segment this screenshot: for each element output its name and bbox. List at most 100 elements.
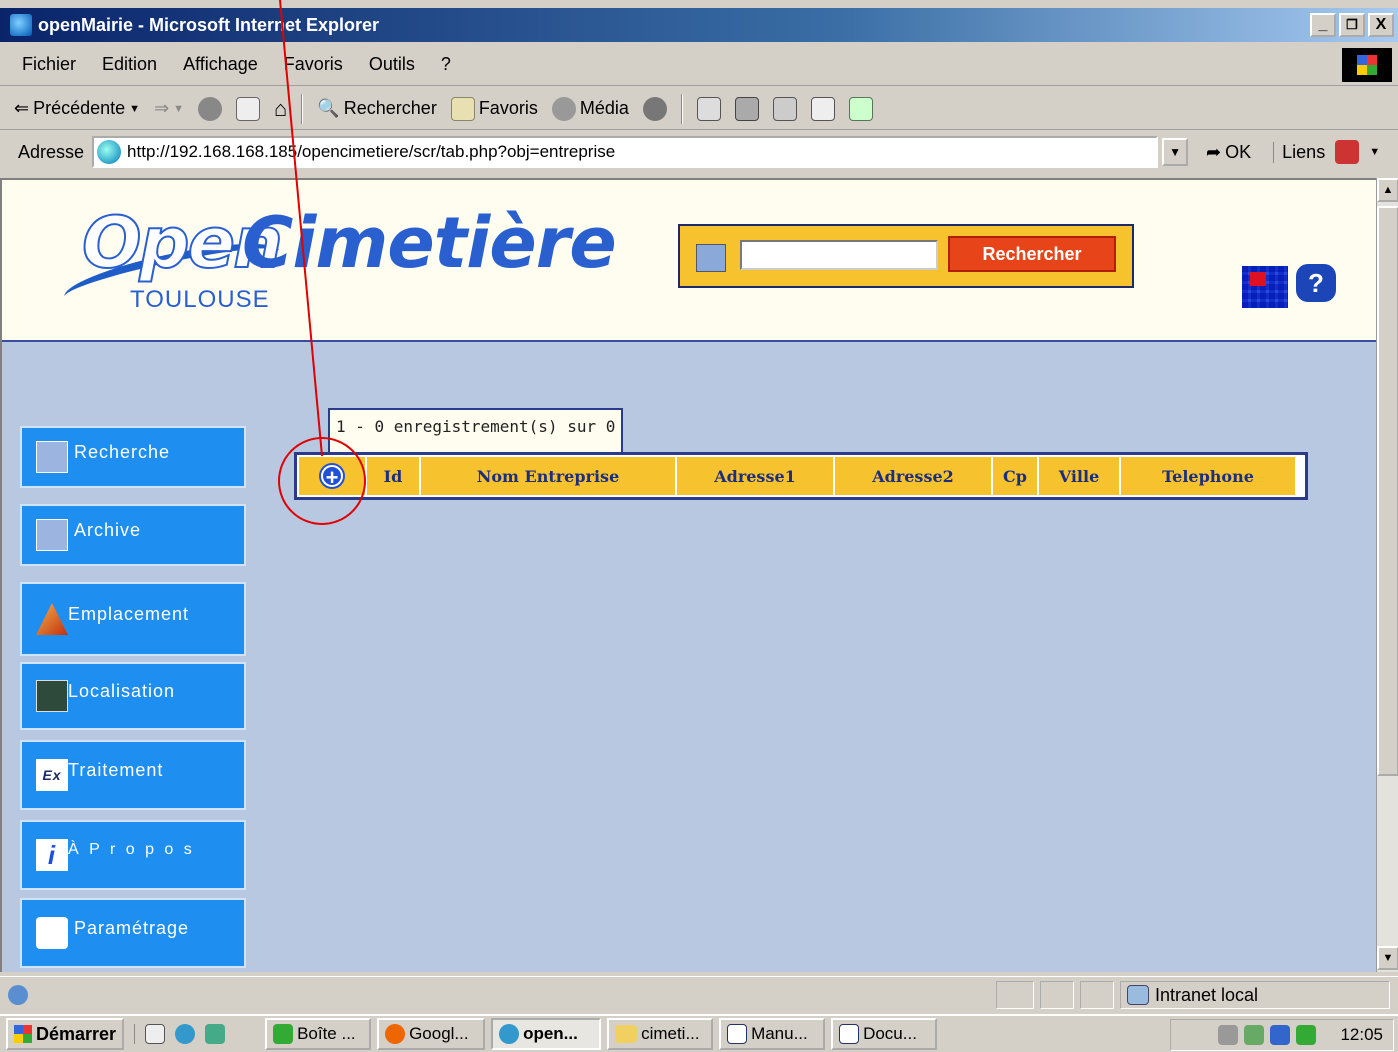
windows-taskbar: Démarrer Boîte ... Googl... open... cime…	[0, 1014, 1398, 1052]
help-icon[interactable]: ?	[1296, 264, 1336, 302]
site-search-input[interactable]	[740, 240, 938, 270]
home-icon: ⌂	[274, 95, 288, 121]
browser-toolbar: ⇐ Précédente ▼ ⇒ ▼ ⌂ 🔍 Rechercher Favori…	[0, 88, 1398, 130]
minimize-button[interactable]: _	[1310, 13, 1336, 37]
address-dropdown-button[interactable]: ▼	[1162, 138, 1189, 166]
network-tray-icon[interactable]	[1244, 1025, 1265, 1045]
task-firefox[interactable]: Googl...	[377, 1018, 486, 1050]
windows-logo-icon	[1342, 48, 1392, 82]
menu-outils[interactable]: Outils	[365, 52, 419, 77]
nav-apropos[interactable]: i À P r o p o s	[20, 820, 246, 890]
nav-label: Traitement	[68, 759, 164, 780]
menu-affichage[interactable]: Affichage	[179, 52, 262, 77]
ie-launch-icon[interactable]	[175, 1024, 196, 1044]
menu-bar: Fichier Edition Affichage Favoris Outils…	[0, 44, 1398, 86]
scroll-thumb[interactable]	[1377, 206, 1398, 776]
nav-label: À P r o p o s	[68, 841, 195, 858]
stop-button[interactable]	[198, 96, 223, 121]
nav-traitement[interactable]: Ex Traitement	[20, 740, 246, 810]
mail-button[interactable]	[696, 96, 721, 121]
column-header-ville[interactable]: Ville	[1039, 457, 1119, 495]
magnifier-icon	[36, 519, 68, 551]
favorites-button[interactable]: Favoris	[450, 96, 538, 121]
back-label: Précédente	[33, 98, 126, 118]
links-button[interactable]: Liens	[1273, 141, 1325, 163]
address-url: http://192.168.168.185/opencimetiere/scr…	[127, 142, 616, 161]
entreprise-table-header: + Id Nom Entreprise Adresse1 Adresse2 Cp…	[294, 452, 1308, 500]
plus-circle-icon[interactable]: +	[321, 465, 343, 489]
vertical-scrollbar[interactable]: ▲ ▼	[1376, 178, 1398, 972]
column-header-adresse2[interactable]: Adresse2	[835, 457, 991, 495]
refresh-button[interactable]	[236, 96, 261, 121]
task-ie-openmairie[interactable]: open...	[491, 1018, 602, 1050]
grid-icon[interactable]	[1242, 266, 1288, 308]
nav-emplacement[interactable]: Emplacement	[20, 582, 246, 656]
network-icon[interactable]	[205, 1024, 226, 1044]
start-button[interactable]: Démarrer	[6, 1018, 125, 1050]
column-header-id[interactable]: Id	[367, 457, 419, 495]
edit-button[interactable]	[772, 96, 797, 121]
mail-icon	[273, 1024, 294, 1044]
intranet-icon	[1127, 985, 1149, 1005]
discuss-button[interactable]	[810, 96, 835, 121]
site-header: Open Cimetière TOULOUSE Rechercher ?	[2, 180, 1376, 342]
site-search-button[interactable]: Rechercher	[948, 236, 1116, 272]
page-icon	[8, 984, 28, 1005]
menu-edition[interactable]: Edition	[98, 52, 161, 77]
status-segment	[996, 981, 1034, 1009]
task-folder[interactable]: cimeti...	[607, 1018, 714, 1050]
street-sign-icon	[36, 680, 68, 712]
nav-recherche[interactable]: Recherche	[20, 426, 246, 488]
search-button[interactable]: 🔍 Rechercher	[317, 98, 436, 119]
address-input[interactable]: http://192.168.168.185/opencimetiere/scr…	[92, 136, 1159, 168]
toolbar-separator	[301, 93, 304, 124]
home-button[interactable]: ⌂	[274, 96, 287, 122]
task-word-document[interactable]: Docu...	[831, 1018, 938, 1050]
add-record-cell[interactable]: +	[299, 457, 365, 495]
address-label: Adresse	[18, 141, 85, 162]
nav-label: Recherche	[74, 441, 171, 462]
column-header-cp[interactable]: Cp	[993, 457, 1037, 495]
media-button[interactable]: Média	[551, 96, 629, 121]
wrench-icon	[36, 917, 68, 949]
menu-fichier[interactable]: Fichier	[18, 52, 80, 77]
language-tray-icon[interactable]	[1296, 1025, 1317, 1045]
pdf-icon[interactable]	[1335, 140, 1360, 164]
chevron-down-icon[interactable]: ▼	[1369, 146, 1380, 158]
menu-help[interactable]: ?	[437, 52, 455, 77]
go-button[interactable]: ➦ OK	[1206, 142, 1251, 163]
system-tray: 12:05	[1170, 1019, 1394, 1051]
column-header-nom-entreprise[interactable]: Nom Entreprise	[421, 457, 675, 495]
task-word-manual[interactable]: Manu...	[719, 1018, 826, 1050]
security-tray-icon[interactable]	[1270, 1025, 1291, 1045]
search-icon: 🔍	[317, 98, 340, 118]
print-button[interactable]	[734, 96, 759, 121]
history-button[interactable]	[642, 96, 667, 121]
messenger-icon	[848, 96, 873, 121]
nav-parametrage[interactable]: Paramétrage	[20, 898, 246, 968]
back-button[interactable]: ⇐ Précédente ▼	[14, 98, 140, 119]
toolbar-separator	[680, 93, 683, 124]
desktop-icon[interactable]	[145, 1024, 166, 1044]
task-label: cimeti...	[641, 1024, 700, 1043]
messenger-button[interactable]	[848, 96, 873, 121]
volume-icon[interactable]	[1218, 1025, 1239, 1045]
task-mail[interactable]: Boîte ...	[265, 1018, 372, 1050]
maximize-button[interactable]: ❐	[1339, 13, 1365, 37]
column-header-adresse1[interactable]: Adresse1	[677, 457, 833, 495]
nav-archive[interactable]: Archive	[20, 504, 246, 566]
go-label: OK	[1225, 141, 1252, 162]
nav-localisation[interactable]: Localisation	[20, 662, 246, 730]
logo-cimetiere: Cimetière	[242, 202, 617, 284]
close-button[interactable]: X	[1368, 13, 1394, 37]
task-label: Manu...	[751, 1024, 808, 1043]
status-segment	[1040, 981, 1074, 1009]
column-header-telephone[interactable]: Telephone	[1121, 457, 1295, 495]
print-icon	[734, 96, 759, 121]
forward-button[interactable]: ⇒ ▼	[154, 98, 184, 119]
scroll-down-button[interactable]: ▼	[1377, 946, 1398, 970]
scroll-up-button[interactable]: ▲	[1377, 178, 1398, 202]
word-icon	[727, 1024, 748, 1044]
task-label: Googl...	[409, 1024, 469, 1043]
menu-favoris[interactable]: Favoris	[280, 52, 347, 77]
